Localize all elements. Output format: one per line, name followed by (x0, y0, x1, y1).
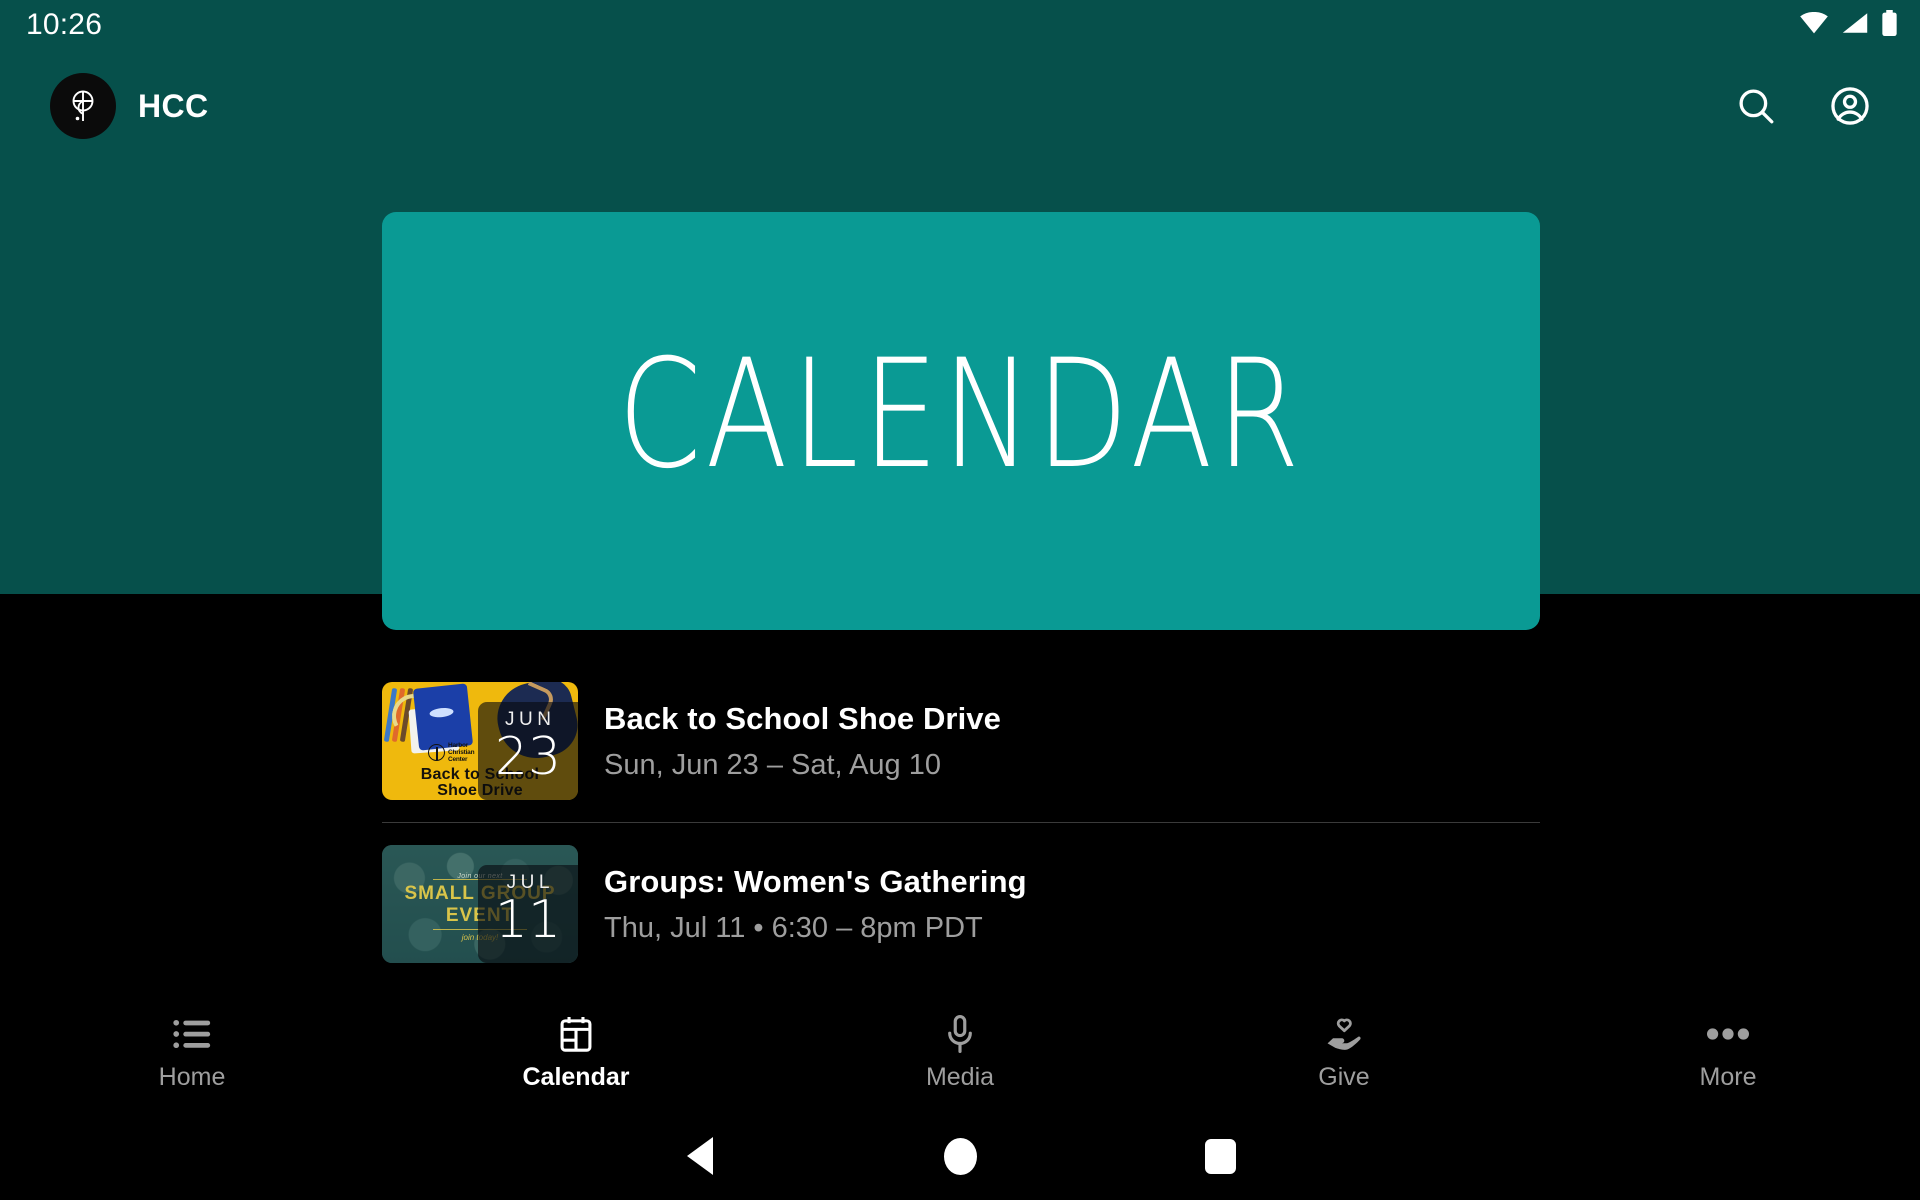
status-bar: 10:26 (0, 0, 1920, 50)
bottom-tab-bar: Home Calendar Media Give More (0, 994, 1920, 1112)
event-thumbnail: Join our next SMALL GROUP EVENT join tod… (382, 845, 578, 963)
calendar-hero-banner[interactable]: CALENDAR (382, 212, 1540, 630)
event-list: HarborChristianCenter Back to School Sho… (0, 660, 1920, 985)
app-screen: 10:26 HCC CALENDAR Harbor Christian Cent… (0, 0, 1920, 1200)
harbor-christian-center-logo (50, 73, 116, 139)
hero-title: CALENDAR (617, 328, 1305, 502)
event-title: Back to School Shoe Drive (604, 700, 1001, 736)
app-bar: HCC (0, 50, 1920, 162)
list-item[interactable]: HarborChristianCenter Back to School Sho… (382, 660, 1540, 822)
recents-square-icon[interactable] (1090, 1138, 1350, 1174)
system-navigation-bar (0, 1112, 1920, 1200)
cellular-signal-icon (1841, 12, 1869, 39)
event-meta: Sun, Jun 23 – Sat, Aug 10 (604, 748, 941, 781)
tab-media[interactable]: Media (768, 994, 1152, 1112)
brand-name: HCC (138, 87, 209, 124)
hand-heart-icon (1325, 1015, 1363, 1053)
event-text: Back to School Shoe Drive Sun, Jun 23 – … (604, 700, 1001, 783)
status-icons (1799, 9, 1898, 41)
event-thumbnail: HarborChristianCenter Back to School Sho… (382, 682, 578, 800)
event-meta: Thu, Jul 11 • 6:30 – 8pm PDT (604, 911, 983, 944)
tab-label: More (1699, 1062, 1757, 1091)
more-dots-icon (1707, 1015, 1749, 1053)
list-icon (173, 1015, 211, 1053)
microphone-icon (945, 1014, 975, 1053)
tab-calendar[interactable]: Calendar (384, 994, 768, 1112)
back-triangle-icon[interactable] (570, 1137, 830, 1175)
home-circle-icon[interactable] (830, 1137, 1090, 1175)
date-badge-day: 23 (494, 727, 562, 787)
event-text: Groups: Women's Gathering Thu, Jul 11 • … (604, 863, 1027, 946)
account-circle-icon[interactable] (1822, 78, 1878, 134)
battery-icon (1881, 9, 1898, 41)
date-badge-day: 11 (494, 890, 562, 950)
tab-label: Give (1318, 1062, 1370, 1091)
date-badge: JUN 23 (478, 702, 578, 800)
tab-more[interactable]: More (1536, 994, 1920, 1112)
list-item[interactable]: Join our next SMALL GROUP EVENT join tod… (382, 823, 1540, 985)
wifi-icon (1799, 11, 1829, 39)
date-badge: JUL 11 (478, 865, 578, 963)
tab-label: Calendar (522, 1062, 630, 1091)
status-time: 10:26 (26, 8, 103, 41)
thumb-crest-text: Harbor Christian Center (448, 742, 475, 763)
brand[interactable]: HCC (50, 73, 209, 139)
tab-home[interactable]: Home (0, 994, 384, 1112)
calendar-icon (559, 1015, 593, 1053)
tab-label: Media (925, 1062, 995, 1091)
tab-label: Home (158, 1062, 226, 1091)
tab-give[interactable]: Give (1152, 994, 1536, 1112)
app-bar-actions (1728, 78, 1878, 134)
event-title: Groups: Women's Gathering (604, 863, 1027, 899)
search-icon[interactable] (1728, 78, 1784, 134)
